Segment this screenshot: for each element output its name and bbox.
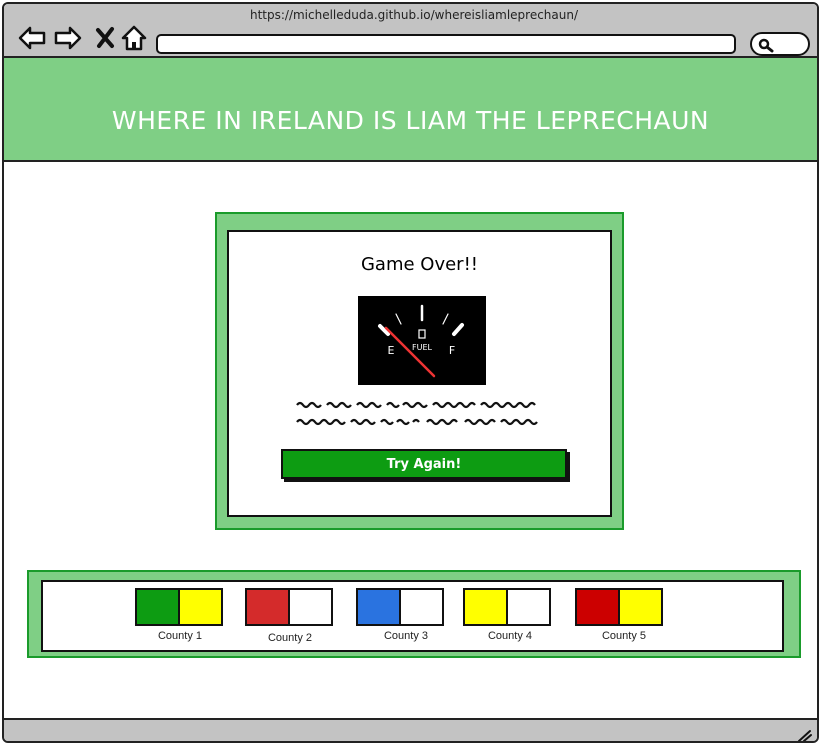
browser-window: https://michelleduda.github.io/whereisli… [2, 2, 819, 743]
gauge-empty-label: E [388, 344, 395, 357]
county-flag [463, 588, 551, 626]
county-item[interactable]: County 1 [135, 588, 225, 648]
gauge-full-label: F [449, 344, 455, 357]
back-arrow-icon[interactable] [18, 24, 46, 52]
flag-left-color [358, 590, 399, 624]
close-icon[interactable] [92, 24, 120, 52]
game-over-modal: Game Over!! FUEL E F Try Again! [215, 212, 624, 530]
gauge-tick [442, 313, 449, 325]
flag-left-color [465, 590, 506, 624]
header-banner: WHERE IN IRELAND IS LIAM THE LEPRECHAUN [4, 56, 817, 162]
gauge-tick [395, 313, 402, 325]
county-label: County 5 [601, 630, 647, 642]
county-flag [245, 588, 333, 626]
county-flag [135, 588, 223, 626]
browser-search-field[interactable] [750, 32, 810, 56]
flag-right-color [506, 590, 549, 624]
county-label: County 4 [487, 630, 533, 642]
county-flag [356, 588, 444, 626]
resize-grip-icon[interactable] [795, 728, 813, 742]
county-label: County 2 [267, 632, 313, 644]
flag-right-color [618, 590, 661, 624]
url-text: https://michelleduda.github.io/whereisli… [249, 8, 579, 22]
county-item[interactable]: County 5 [575, 588, 665, 648]
gauge-tick [452, 323, 464, 336]
browser-status-bar [4, 718, 817, 742]
modal-content: Game Over!! FUEL E F Try Again! [227, 230, 612, 517]
fuel-pump-icon [418, 329, 426, 339]
county-panel: County 1 County 2 County 3 County 4 Coun… [27, 570, 801, 658]
county-label: County 3 [383, 630, 429, 642]
county-item[interactable]: County 3 [356, 588, 446, 648]
page-title: WHERE IN IRELAND IS LIAM THE LEPRECHAUN [111, 106, 710, 135]
flag-left-color [577, 590, 618, 624]
modal-title: Game Over!! [360, 254, 479, 275]
county-flag [575, 588, 663, 626]
forward-arrow-icon[interactable] [54, 24, 82, 52]
flag-left-color [137, 590, 178, 624]
flag-left-color [247, 590, 288, 624]
county-label: County 1 [157, 630, 203, 642]
search-icon [758, 38, 774, 53]
redacted-text-line [296, 418, 538, 426]
flag-right-color [288, 590, 331, 624]
county-list: County 1 County 2 County 3 County 4 Coun… [41, 580, 784, 652]
home-icon[interactable] [120, 24, 148, 52]
redacted-text-line [296, 401, 536, 409]
flag-right-color [399, 590, 442, 624]
fuel-gauge: FUEL E F [358, 296, 486, 385]
gauge-fuel-label: FUEL [412, 343, 433, 352]
county-item[interactable]: County 2 [245, 588, 335, 648]
county-item[interactable]: County 4 [463, 588, 553, 648]
address-bar[interactable] [156, 34, 736, 54]
try-again-button[interactable]: Try Again! [281, 449, 567, 479]
flag-right-color [178, 590, 221, 624]
